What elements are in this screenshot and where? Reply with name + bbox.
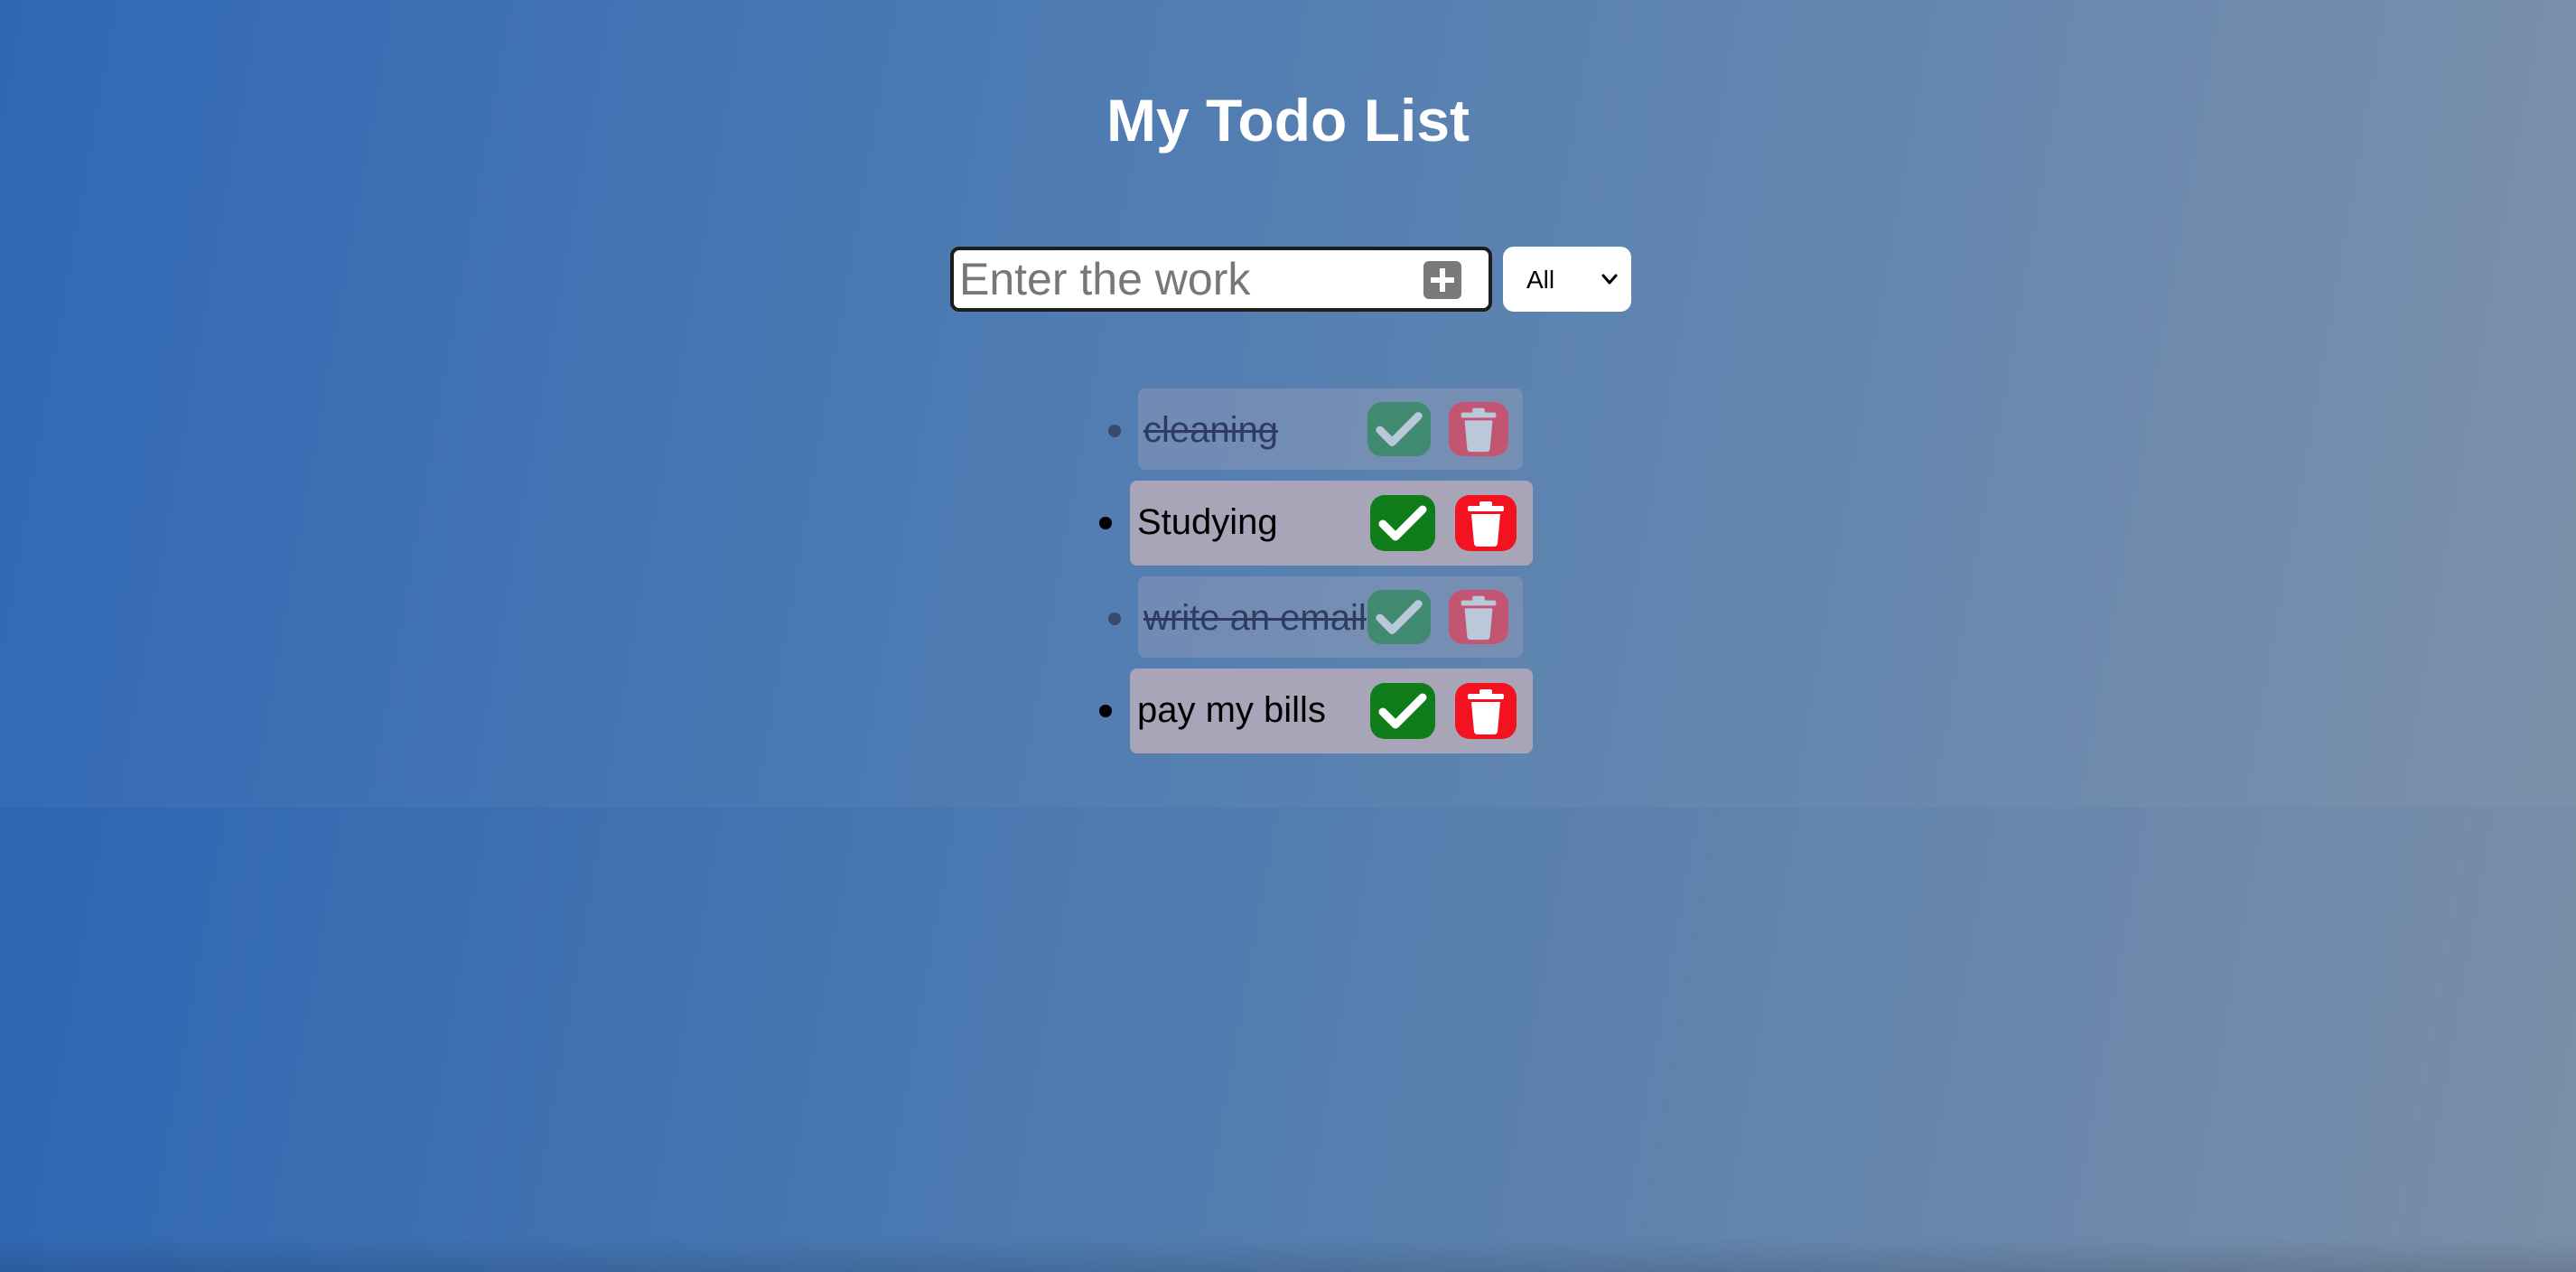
checkmark-icon [1378, 693, 1427, 729]
delete-button[interactable] [1449, 590, 1508, 644]
trash-icon [1468, 501, 1504, 547]
plus-square-icon [1431, 268, 1454, 292]
checkmark-icon [1376, 412, 1423, 446]
delete-button[interactable] [1449, 402, 1508, 456]
todo-item: write an email [1108, 576, 1523, 658]
trash-icon [1461, 595, 1497, 641]
complete-button[interactable] [1367, 402, 1431, 456]
todo-item: Studying [1099, 481, 1533, 566]
trash-icon [1468, 689, 1504, 734]
todo-input-wrapper [950, 247, 1492, 312]
trash-icon [1461, 407, 1497, 453]
add-todo-button[interactable] [1423, 261, 1461, 299]
list-bullet [1099, 517, 1112, 529]
list-bullet [1108, 425, 1121, 437]
complete-button[interactable] [1370, 683, 1435, 739]
delete-button[interactable] [1455, 495, 1517, 551]
todo-input[interactable] [959, 254, 1384, 304]
bottom-shadow [0, 1238, 2576, 1272]
checkmark-icon [1378, 505, 1427, 541]
complete-button[interactable] [1370, 495, 1435, 551]
todo-item: cleaning [1108, 388, 1523, 470]
todo-text: write an email [1143, 598, 1367, 638]
checkmark-icon [1376, 600, 1423, 634]
list-bullet [1108, 613, 1121, 625]
todo-text: cleaning [1143, 410, 1279, 450]
filter-select[interactable]: All [1503, 247, 1631, 312]
complete-button[interactable] [1367, 590, 1431, 644]
todo-item: pay my bills [1099, 669, 1533, 753]
delete-button[interactable] [1455, 683, 1517, 739]
todo-text: Studying [1137, 502, 1278, 542]
todo-text: pay my bills [1137, 690, 1326, 730]
band-divider [0, 806, 2576, 807]
list-bullet [1099, 705, 1112, 717]
page-title: My Todo List [1106, 87, 1470, 154]
